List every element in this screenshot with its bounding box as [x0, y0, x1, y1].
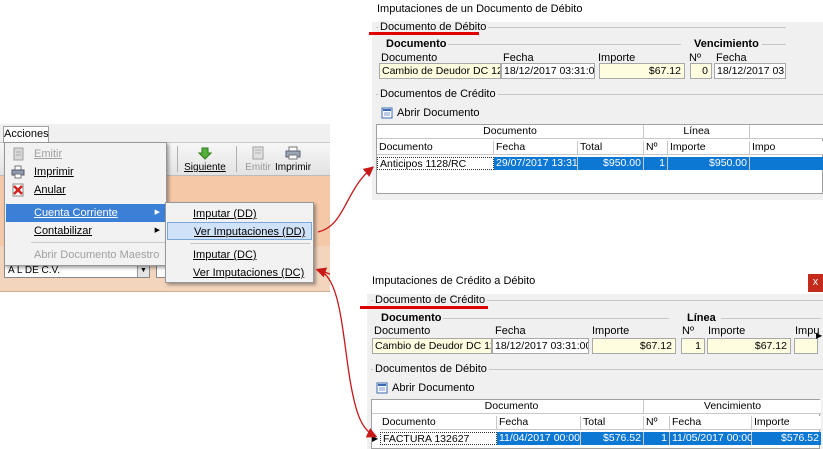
annotation-arrows: [315, 166, 378, 438]
arrow-to-debit-window: [317, 166, 375, 233]
arrow-to-credit-window: [317, 269, 378, 438]
